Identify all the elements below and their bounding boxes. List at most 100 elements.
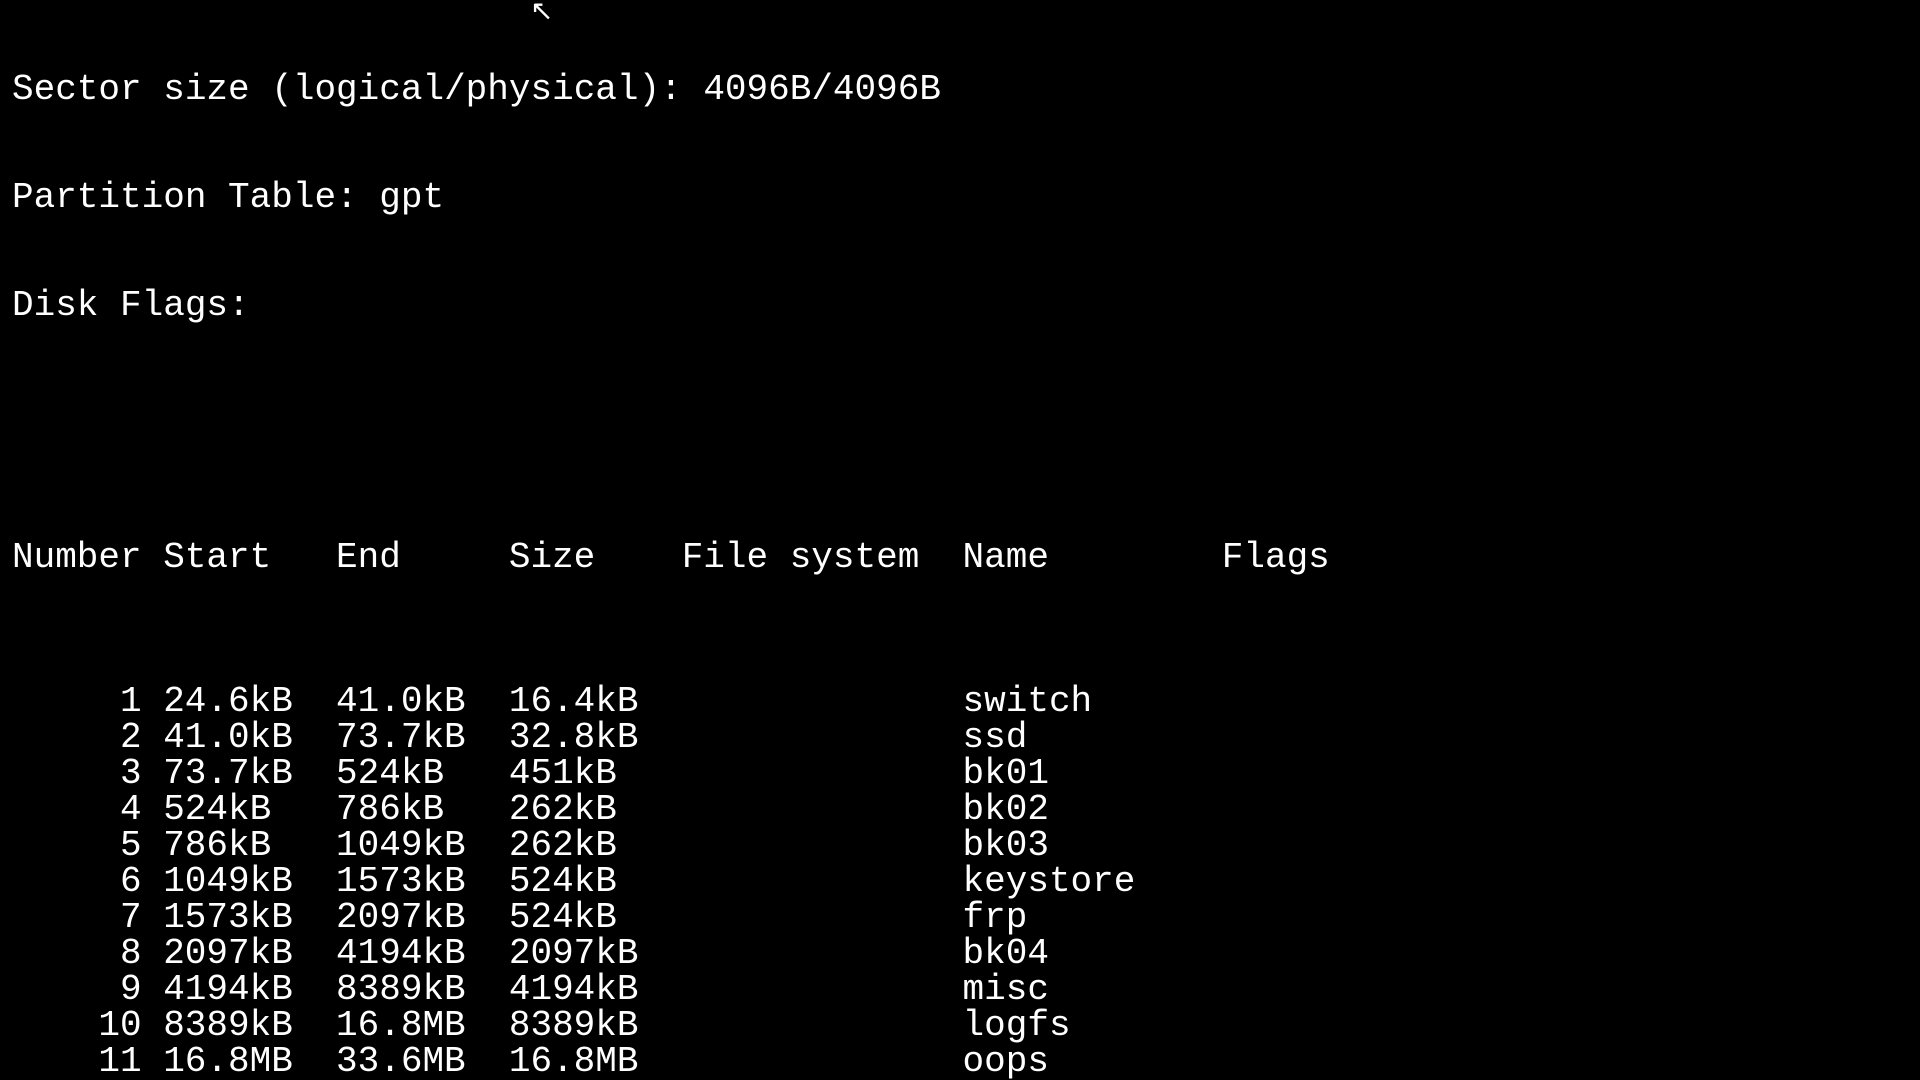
cell: 8389kB xyxy=(336,972,509,1008)
table-header: Number Start End Size File system Name F… xyxy=(12,540,1908,576)
cell: 41.0kB xyxy=(336,684,509,720)
cell xyxy=(682,720,963,756)
cell: 262kB xyxy=(509,828,682,864)
cell: 8389kB xyxy=(163,1008,336,1044)
col-header-flags: Flags xyxy=(1222,540,1395,576)
cell: 2097kB xyxy=(509,936,682,972)
cell: 33.6MB xyxy=(336,1044,509,1080)
cell: 524kB xyxy=(509,900,682,936)
cell xyxy=(1222,828,1395,864)
cell: 262kB xyxy=(509,792,682,828)
cell xyxy=(682,1008,963,1044)
cell: 524kB xyxy=(509,864,682,900)
cell xyxy=(1222,684,1395,720)
cell: 4194kB xyxy=(163,972,336,1008)
table-row: 61049kB1573kB524kB keystore xyxy=(12,864,1908,900)
table-row: 108389kB16.8MB8389kBlogfs xyxy=(12,1008,1908,1044)
cell xyxy=(1222,720,1395,756)
table-row: 5786kB1049kB262kB bk03 xyxy=(12,828,1908,864)
cell xyxy=(1222,1044,1395,1080)
cell: bk01 xyxy=(963,756,1222,792)
cell: 41.0kB xyxy=(163,720,336,756)
col-header-end: End xyxy=(336,540,509,576)
cell xyxy=(682,936,963,972)
cell: 16.8MB xyxy=(509,1044,682,1080)
cell: 8389kB xyxy=(509,1008,682,1044)
cell: 524kB xyxy=(336,756,509,792)
sector-size-line: Sector size (logical/physical): 4096B/40… xyxy=(12,72,1908,108)
cell: 451kB xyxy=(509,756,682,792)
cell: 8 xyxy=(12,936,163,972)
cell: oops xyxy=(963,1044,1222,1080)
cell xyxy=(1222,1008,1395,1044)
cell: 786kB xyxy=(163,828,336,864)
table-row: 241.0kB73.7kB32.8kB ssd xyxy=(12,720,1908,756)
cell: 524kB xyxy=(163,792,336,828)
cell: 9 xyxy=(12,972,163,1008)
table-row: 94194kB8389kB4194kBmisc xyxy=(12,972,1908,1008)
cell xyxy=(1222,972,1395,1008)
cell: keystore xyxy=(963,864,1222,900)
cell: misc xyxy=(963,972,1222,1008)
cell xyxy=(1222,792,1395,828)
cell: 2097kB xyxy=(163,936,336,972)
cell: 4194kB xyxy=(336,936,509,972)
cell xyxy=(682,756,963,792)
col-header-fs: File system xyxy=(682,540,963,576)
col-header-name: Name xyxy=(963,540,1222,576)
cell xyxy=(682,900,963,936)
cell: 2097kB xyxy=(336,900,509,936)
cell: 6 xyxy=(12,864,163,900)
table-row: 4524kB786kB262kB bk02 xyxy=(12,792,1908,828)
partition-table-line: Partition Table: gpt xyxy=(12,180,1908,216)
cell xyxy=(682,972,963,1008)
cell: 1573kB xyxy=(336,864,509,900)
cell xyxy=(682,864,963,900)
cell xyxy=(1222,900,1395,936)
cell: bk02 xyxy=(963,792,1222,828)
cell: 7 xyxy=(12,900,163,936)
cell: switch xyxy=(963,684,1222,720)
cell: 73.7kB xyxy=(336,720,509,756)
cell: ssd xyxy=(963,720,1222,756)
cell xyxy=(1222,936,1395,972)
cell xyxy=(682,828,963,864)
terminal-output[interactable]: Sector size (logical/physical): 4096B/40… xyxy=(0,0,1920,1080)
col-header-number: Number xyxy=(12,540,163,576)
cell: 16.4kB xyxy=(509,684,682,720)
cell: 5 xyxy=(12,828,163,864)
cell: 16.8MB xyxy=(336,1008,509,1044)
cell: 1049kB xyxy=(336,828,509,864)
cell: 1 xyxy=(12,684,163,720)
cell: bk03 xyxy=(963,828,1222,864)
cell: 10 xyxy=(12,1008,163,1044)
cell: 4194kB xyxy=(509,972,682,1008)
cell: 11 xyxy=(12,1044,163,1080)
cell xyxy=(682,684,963,720)
cell: 1573kB xyxy=(163,900,336,936)
table-row: 71573kB2097kB524kB frp xyxy=(12,900,1908,936)
cell: logfs xyxy=(963,1008,1222,1044)
cell: 786kB xyxy=(336,792,509,828)
table-row: 1116.8MB33.6MB16.8MBoops xyxy=(12,1044,1908,1080)
cell: 32.8kB xyxy=(509,720,682,756)
cell: 73.7kB xyxy=(163,756,336,792)
cell xyxy=(682,1044,963,1080)
cell: 24.6kB xyxy=(163,684,336,720)
cell xyxy=(682,792,963,828)
cell: bk04 xyxy=(963,936,1222,972)
cell: 16.8MB xyxy=(163,1044,336,1080)
col-header-start: Start xyxy=(163,540,336,576)
cell: 4 xyxy=(12,792,163,828)
cell xyxy=(1222,864,1395,900)
cell: frp xyxy=(963,900,1222,936)
cell: 2 xyxy=(12,720,163,756)
table-row: 373.7kB524kB451kB bk01 xyxy=(12,756,1908,792)
table-row: 82097kB4194kB2097kBbk04 xyxy=(12,936,1908,972)
table-row: 124.6kB41.0kB16.4kB switch xyxy=(12,684,1908,720)
blank-line xyxy=(12,396,1908,432)
cell xyxy=(1222,756,1395,792)
partition-rows: 124.6kB41.0kB16.4kBswitch241.0kB73.7kB32… xyxy=(12,684,1908,1080)
cell: 3 xyxy=(12,756,163,792)
cell: 1049kB xyxy=(163,864,336,900)
